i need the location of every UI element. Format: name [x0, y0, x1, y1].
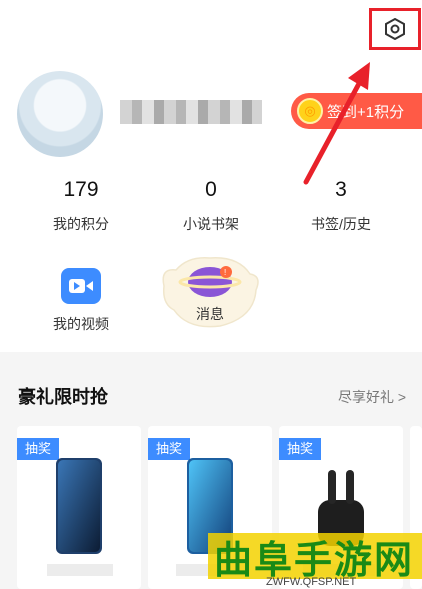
- stat-value: 179: [63, 178, 99, 201]
- my-videos-entry[interactable]: 我的视频: [36, 268, 126, 334]
- message-label[interactable]: 消息: [196, 304, 224, 324]
- avatar[interactable]: [17, 71, 103, 157]
- section-more-link[interactable]: 尽享好礼 >: [338, 387, 406, 407]
- phone-product-image: [56, 458, 102, 554]
- stat-value: 0: [205, 178, 217, 201]
- username-blurred: [120, 100, 262, 124]
- coin-icon: ◎: [297, 98, 323, 124]
- stat-value: 3: [335, 178, 347, 201]
- gear-icon: [385, 18, 405, 40]
- product-name-blurred: [47, 564, 113, 576]
- stat-bookmarks-history[interactable]: 3 书签/历史: [286, 178, 396, 234]
- prize-card[interactable]: 抽奖: [17, 426, 141, 589]
- signin-button[interactable]: ◎ 签到+1积分: [291, 93, 422, 129]
- stat-label: 书签/历史: [311, 216, 371, 232]
- stat-label: 我的积分: [53, 216, 109, 232]
- my-videos-label: 我的视频: [53, 316, 109, 332]
- stat-label: 小说书架: [183, 216, 239, 232]
- stat-points[interactable]: 179 我的积分: [26, 178, 136, 234]
- message-badge: !: [224, 268, 227, 277]
- watermark-url: ZWFW.QFSP.NET: [266, 576, 357, 588]
- video-camera-icon: [61, 268, 101, 304]
- stat-bookshelf[interactable]: 0 小说书架: [156, 178, 266, 234]
- signin-label: 签到+1积分: [327, 103, 405, 121]
- section-title: 豪礼限时抢: [18, 387, 108, 407]
- settings-button[interactable]: [369, 8, 421, 50]
